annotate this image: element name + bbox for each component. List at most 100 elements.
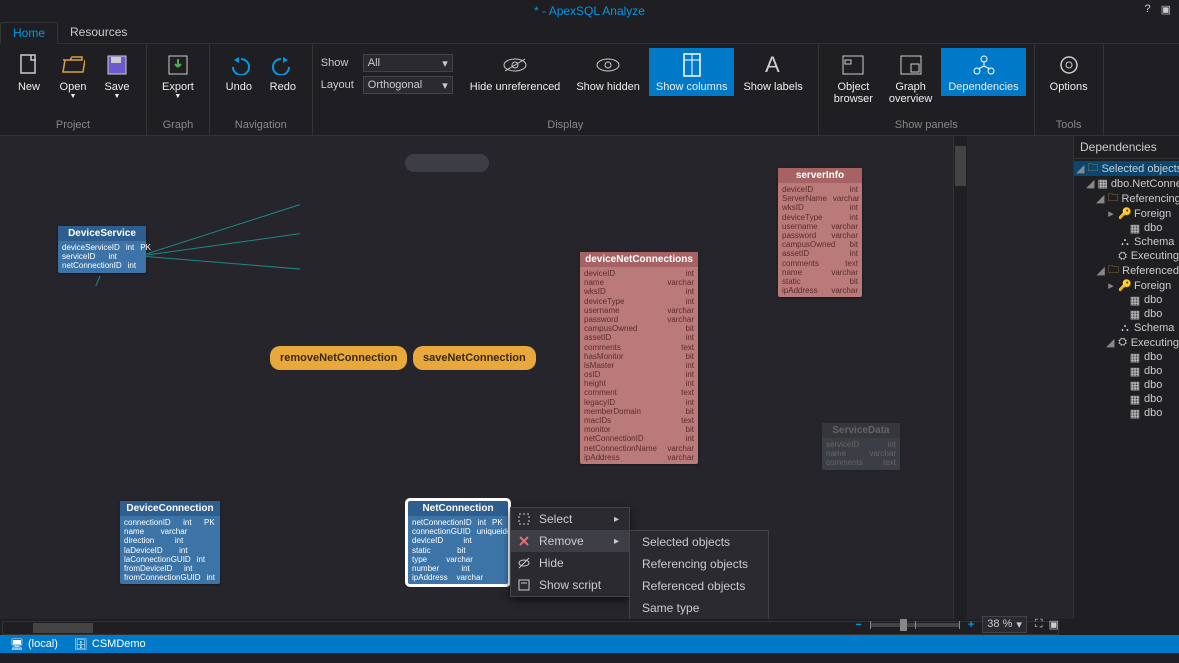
undo-icon xyxy=(225,51,253,79)
new-button[interactable]: New xyxy=(8,48,50,96)
redo-button[interactable]: Redo xyxy=(262,48,304,96)
tree-item[interactable]: ▸🔑Foreign xyxy=(1074,278,1179,293)
close-icon xyxy=(517,534,531,548)
node-netconnection[interactable]: NetConnection netConnectionIDintPKconnec… xyxy=(408,501,508,584)
node-savenetconnection[interactable]: saveNetConnection xyxy=(413,346,536,370)
overview-icon xyxy=(897,51,925,79)
show-labels-button[interactable]: A Show labels xyxy=(736,48,809,96)
chevron-right-icon: ▸ xyxy=(614,536,619,547)
redo-icon xyxy=(269,51,297,79)
table-icon: ▦ xyxy=(1129,379,1141,391)
dependencies-tree[interactable]: ◢🗀Selected objects ◢▦dbo.NetConnection ◢… xyxy=(1074,159,1179,422)
save-button[interactable]: Save▼ xyxy=(96,48,138,103)
node-devicenetconnections[interactable]: deviceNetConnections deviceIDintnamevarc… xyxy=(580,252,698,464)
dependencies-panel: Dependencies ◢🗀Selected objects ◢▦dbo.Ne… xyxy=(1073,136,1179,619)
zoom-slider[interactable] xyxy=(870,623,960,627)
sub-selected-objects[interactable]: Selected objects xyxy=(630,531,768,553)
dependencies-button[interactable]: Dependencies xyxy=(941,48,1025,96)
show-label: Show xyxy=(321,57,359,69)
diagram-canvas[interactable]: DeviceService deviceServiceIDintPKservic… xyxy=(0,136,1073,619)
graph-overview-button[interactable]: Graph overview xyxy=(882,48,939,108)
help-icon[interactable]: ? xyxy=(1144,3,1150,16)
show-hidden-button[interactable]: Show hidden xyxy=(569,48,647,96)
layout-dropdown[interactable]: Orthogonal▾ xyxy=(363,76,453,94)
undo-button[interactable]: Undo xyxy=(218,48,260,96)
ctx-remove[interactable]: Remove▸ xyxy=(511,530,629,552)
show-columns-button[interactable]: Show columns xyxy=(649,48,735,96)
tree-item[interactable]: ▦dbo xyxy=(1074,392,1179,406)
status-server: 🖥(local) xyxy=(10,638,58,651)
group-graph-label: Graph xyxy=(163,119,194,133)
tree-selected-objects[interactable]: ◢🗀Selected objects xyxy=(1074,161,1179,176)
ribbon: New Open▼ Save▼ Project Export▼ Graph xyxy=(0,44,1179,136)
tree-item[interactable]: ⛬Schema xyxy=(1074,321,1179,335)
table-icon: ▦ xyxy=(1129,294,1141,306)
key-icon: 🔑 xyxy=(1119,280,1131,292)
tree-item[interactable]: ▦dbo xyxy=(1074,364,1179,378)
tree-item[interactable]: ▸🔑Foreign xyxy=(1074,206,1179,221)
export-icon xyxy=(164,51,192,79)
node-deviceservice[interactable]: DeviceService deviceServiceIDintPKservic… xyxy=(58,226,146,273)
tree-item[interactable]: ▦dbo xyxy=(1074,307,1179,321)
node-servicedata[interactable]: ServiceData serviceIDintnamevarcharcomme… xyxy=(822,423,900,470)
ribbon-tabs: Home Resources xyxy=(0,22,1179,44)
zoom-out-button[interactable]: − xyxy=(855,619,861,631)
node-deviceconnection[interactable]: DeviceConnection connectionIDintPKnameva… xyxy=(120,501,220,584)
group-navigation-label: Navigation xyxy=(235,119,287,133)
window-controls-icon[interactable]: ▣ xyxy=(1161,3,1171,16)
ctx-show-script[interactable]: Show script xyxy=(511,574,629,596)
zoom-in-button[interactable]: + xyxy=(968,619,974,631)
select-icon xyxy=(517,512,531,526)
node-proc-hidden[interactable] xyxy=(405,154,489,172)
tree-item[interactable]: ▦dbo xyxy=(1074,221,1179,235)
canvas-vertical-scrollbar[interactable] xyxy=(953,136,967,619)
tree-item[interactable]: ⛭Executing xyxy=(1074,249,1179,263)
group-showpanels-label: Show panels xyxy=(895,119,958,133)
tree-item[interactable]: ▦dbo xyxy=(1074,378,1179,392)
tab-home[interactable]: Home xyxy=(0,22,58,44)
chevron-down-icon: ▾ xyxy=(442,79,448,92)
tree-item[interactable]: ▦dbo xyxy=(1074,293,1179,307)
tree-item[interactable]: ▦dbo xyxy=(1074,350,1179,364)
table-icon: ▦ xyxy=(1129,365,1141,377)
tree-item[interactable]: ◢🗀Referenced xyxy=(1074,263,1179,278)
actual-size-icon[interactable]: ▣ xyxy=(1049,618,1059,631)
context-submenu-remove: Selected objects Referencing objects Ref… xyxy=(629,530,769,619)
tab-resources[interactable]: Resources xyxy=(58,22,139,43)
sub-referencing-objects[interactable]: Referencing objects xyxy=(630,553,768,575)
tree-item[interactable]: ◢🗀Referencing xyxy=(1074,191,1179,206)
tree-item[interactable]: ▦dbo xyxy=(1074,406,1179,420)
folder-open-icon xyxy=(59,51,87,79)
layout-label: Layout xyxy=(321,79,359,91)
schema-icon: ⛬ xyxy=(1119,322,1131,334)
group-display-label: Display xyxy=(547,119,583,133)
sub-referenced-objects[interactable]: Referenced objects xyxy=(630,575,768,597)
chevron-down-icon: ▾ xyxy=(442,57,448,70)
folder-icon: 🗀 xyxy=(1108,265,1119,277)
status-bar: 🖥(local) 🗄CSMDemo xyxy=(0,635,1179,653)
table-icon: ▦ xyxy=(1129,351,1141,363)
script-icon xyxy=(517,578,531,592)
options-button[interactable]: Options xyxy=(1043,48,1095,96)
ctx-select[interactable]: Select▸ xyxy=(511,508,629,530)
tree-item[interactable]: ◢⛭Executing xyxy=(1074,335,1179,350)
show-dropdown[interactable]: All▾ xyxy=(363,54,453,72)
fit-to-screen-icon[interactable]: ⛶ xyxy=(1035,618,1043,631)
svg-text:A: A xyxy=(765,52,780,77)
node-serverinfo[interactable]: serverInfo deviceIDintServerNamevarcharw… xyxy=(778,168,862,297)
hide-unreferenced-button[interactable]: Hide unreferenced xyxy=(463,48,568,96)
ctx-hide[interactable]: Hide xyxy=(511,552,629,574)
tree-item[interactable]: ◢▦dbo.NetConnection xyxy=(1074,176,1179,191)
app-title: * - ApexSQL Analyze xyxy=(534,4,645,18)
sub-same-type[interactable]: Same type xyxy=(630,597,768,619)
tree-item[interactable]: ⛬Schema xyxy=(1074,235,1179,249)
node-removenetconnection[interactable]: removeNetConnection xyxy=(270,346,407,370)
export-button[interactable]: Export▼ xyxy=(155,48,201,103)
object-browser-button[interactable]: Object browser xyxy=(827,48,880,108)
open-button[interactable]: Open▼ xyxy=(52,48,94,103)
panel-title: Dependencies xyxy=(1074,136,1179,159)
letter-a-icon: A xyxy=(759,51,787,79)
folder-icon: 🗀 xyxy=(1107,193,1118,205)
table-icon: ▦ xyxy=(1129,308,1141,320)
zoom-dropdown[interactable]: 38 %▾ xyxy=(982,616,1027,633)
